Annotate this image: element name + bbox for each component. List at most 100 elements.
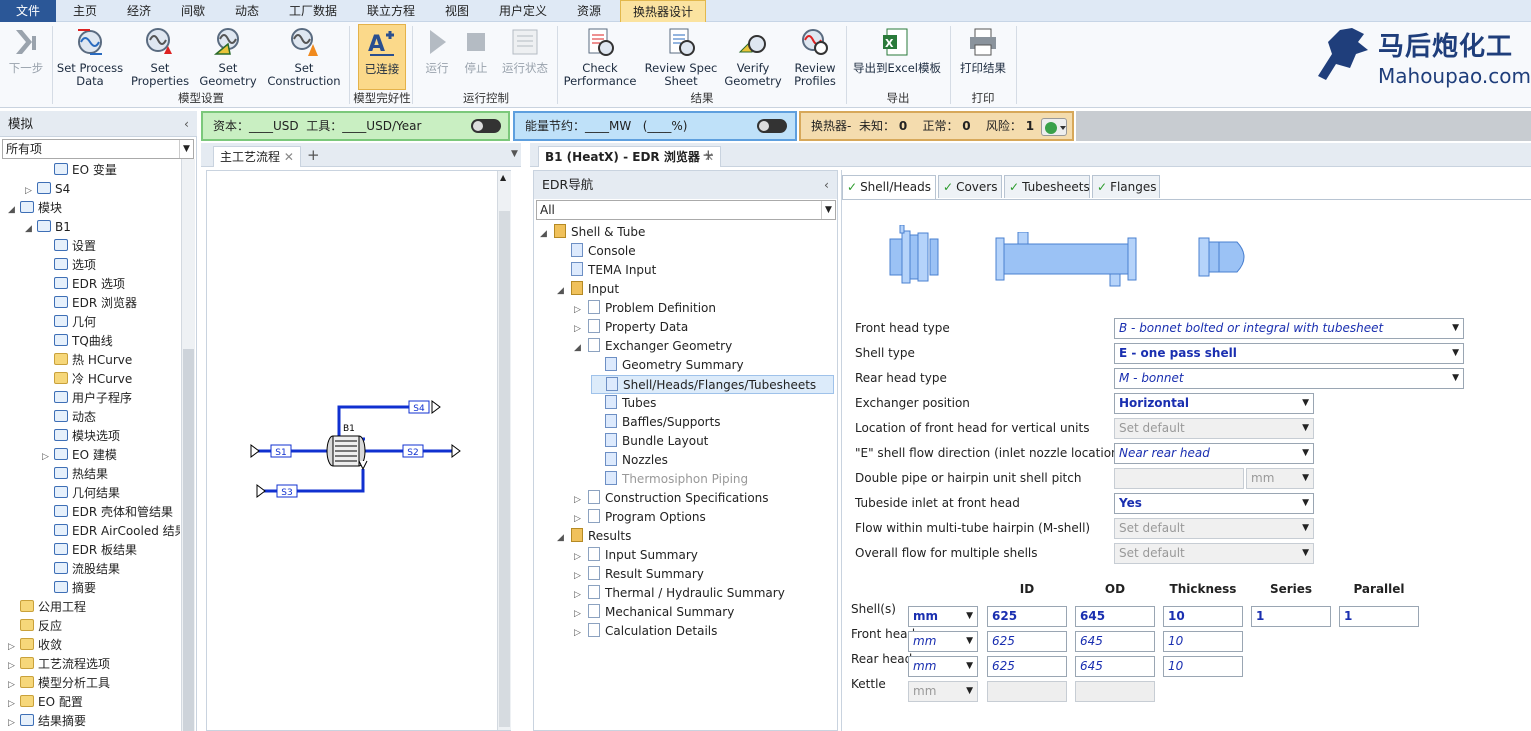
nav-tree-item[interactable]: ◢ Exchanger Geometry [574,337,732,356]
nav-tree-item[interactable]: ▷ Calculation Details [574,622,717,641]
tree-item[interactable]: 设置 [42,237,96,256]
chevron-down-icon[interactable]: ▼ [1302,469,1309,488]
table-cell-input[interactable] [987,681,1067,702]
menu-resources[interactable]: 资源 [566,0,612,22]
table-cell-input[interactable]: 10 [1163,606,1243,627]
expand-toggle-icon[interactable]: ◢ [8,201,20,220]
nav-tree-item[interactable]: ◢ Input [557,280,619,299]
field-select[interactable]: Near rear head ▼ [1114,443,1314,464]
set-properties-button[interactable]: Set Properties [128,24,192,90]
add-tab-button[interactable]: + [307,146,320,164]
tree-item[interactable]: 热 HCurve [42,351,132,370]
table-cell-input[interactable]: 625 [987,631,1067,652]
nav-tree-item[interactable]: ▷ Construction Specifications [574,489,769,508]
nav-tree-item[interactable]: ▷ Result Summary [574,565,704,584]
tree-item[interactable]: 热结果 [42,465,108,484]
chevron-down-icon[interactable]: ▼ [1302,444,1309,463]
chevron-down-icon[interactable]: ▼ [966,607,973,626]
menu-home[interactable]: 主页 [62,0,108,22]
chevron-down-icon[interactable]: ▼ [179,140,193,158]
unit-select[interactable]: mm ▼ [908,631,978,652]
cost-toggle[interactable] [471,119,501,133]
chevron-down-icon[interactable]: ▼ [966,632,973,651]
tree-item[interactable]: ▷ EO 建模 [42,446,117,465]
verify-geometry-button[interactable]: Verify Geometry [722,24,784,90]
expand-toggle-icon[interactable]: ◢ [557,282,571,301]
nav-tree-item[interactable]: ▷ Thermal / Hydraulic Summary [574,584,785,603]
table-cell-input[interactable]: 1 [1339,606,1419,627]
nav-tree-item[interactable]: ▷ Input Summary [574,546,698,565]
collapse-chevron-icon[interactable]: ‹ [184,111,189,137]
menu-file[interactable]: 文件 [0,0,56,22]
stop-button[interactable]: 停止 [458,24,494,90]
nav-tree-item[interactable]: Console [557,242,636,261]
nav-tree-item[interactable]: ▷ Mechanical Summary [574,603,734,622]
chevron-down-icon[interactable]: ▼ [1302,519,1309,538]
tree-item[interactable]: EDR 选项 [42,275,125,294]
run-button[interactable]: 运行 [418,24,456,90]
add-tab-button[interactable]: + [702,146,715,164]
chevron-down-icon[interactable]: ▼ [1302,544,1309,563]
export-excel-button[interactable]: X 导出到Excel模板 [850,24,944,90]
field-select[interactable]: Horizontal ▼ [1114,393,1314,414]
chevron-down-icon[interactable]: ▼ [1302,494,1309,513]
chevron-down-icon[interactable]: ▼ [1452,319,1459,338]
tree-item[interactable]: 冷 HCurve [42,370,132,389]
field-select[interactable]: Set default ▼ [1114,518,1314,539]
field-select[interactable] [1114,468,1244,489]
unit-select[interactable]: mm ▼ [908,681,978,702]
tree-item[interactable]: ◢ 模块 [8,199,62,218]
print-results-button[interactable]: 打印结果 [954,24,1012,90]
tree-item[interactable]: 用户子程序 [42,389,132,408]
tab-main-flowsheet[interactable]: 主工艺流程 ✕ [213,146,301,167]
chevron-down-icon[interactable]: ▼ [1302,419,1309,438]
connected-button[interactable]: A 已连接 [358,24,406,90]
table-cell-input[interactable]: 645 [1075,631,1155,652]
expand-toggle-icon[interactable]: ▷ [574,624,588,643]
tree-item[interactable]: EDR 浏览器 [42,294,137,313]
nav-tree-item[interactable]: Tubes [591,394,656,413]
tab-menu-chevron-icon[interactable]: ▼ [511,149,518,159]
menu-batch[interactable]: 间歇 [170,0,216,22]
table-cell-input[interactable] [1075,681,1155,702]
menu-equation-oriented[interactable]: 联立方程 [356,0,426,22]
menu-economics[interactable]: 经济 [116,0,162,22]
nav-tree-item[interactable]: Shell/Heads/Flanges/Tubesheets [591,375,834,394]
nav-tree-item[interactable]: Thermosiphon Piping [591,470,748,489]
expand-toggle-icon[interactable]: ◢ [540,225,554,244]
menu-view[interactable]: 视图 [434,0,480,22]
tab-flanges[interactable]: ✓ Flanges [1092,175,1160,198]
menu-plant-data[interactable]: 工厂数据 [278,0,348,22]
tree-item[interactable]: EDR 壳体和管结果 [42,503,173,522]
tab-edr-browser[interactable]: B1 (HeatX) - EDR 浏览器 ✕ [538,146,722,167]
tree-item[interactable]: ▷ 结果摘要 [8,712,86,731]
refresh-status-icon[interactable] [1041,118,1067,136]
field-select[interactable]: M - bonnet ▼ [1114,368,1464,389]
stream-label-s4[interactable]: S4 [413,404,425,414]
chevron-down-icon[interactable]: ▼ [1452,344,1459,363]
unit-select[interactable]: mm ▼ [908,606,978,627]
tree-item[interactable]: ◢ B1 [25,218,71,237]
nav-tree-item[interactable]: Bundle Layout [591,432,708,451]
field-select[interactable]: Set default ▼ [1114,543,1314,564]
tree-filter-select[interactable]: 所有项 ▼ [2,139,194,159]
tree-item[interactable]: TQ曲线 [42,332,113,351]
tree-item[interactable]: 摘要 [42,579,96,598]
tab-tubesheets[interactable]: ✓ Tubesheets [1004,175,1090,198]
field-select[interactable]: B - bonnet bolted or integral with tubes… [1114,318,1464,339]
expand-toggle-icon[interactable]: ◢ [557,529,571,548]
chevron-down-icon[interactable]: ▼ [821,201,835,219]
review-spec-sheet-button[interactable]: Review Spec Sheet [644,24,718,90]
set-geometry-button[interactable]: Set Geometry [196,24,260,90]
run-status-button[interactable]: 运行状态 [496,24,554,90]
table-cell-input[interactable]: 645 [1075,656,1155,677]
field-select[interactable]: Set default ▼ [1114,418,1314,439]
nav-tree-item[interactable]: ▷ Program Options [574,508,706,527]
collapse-chevron-icon[interactable]: ‹ [824,171,829,199]
tab-shell-heads[interactable]: ✓ Shell/Heads [842,175,936,200]
table-cell-input[interactable]: 645 [1075,606,1155,627]
field-select[interactable]: Yes ▼ [1114,493,1314,514]
table-cell-input[interactable]: 10 [1163,631,1243,652]
tree-scrollbar[interactable] [181,159,195,731]
expand-toggle-icon[interactable]: ◢ [25,220,37,239]
